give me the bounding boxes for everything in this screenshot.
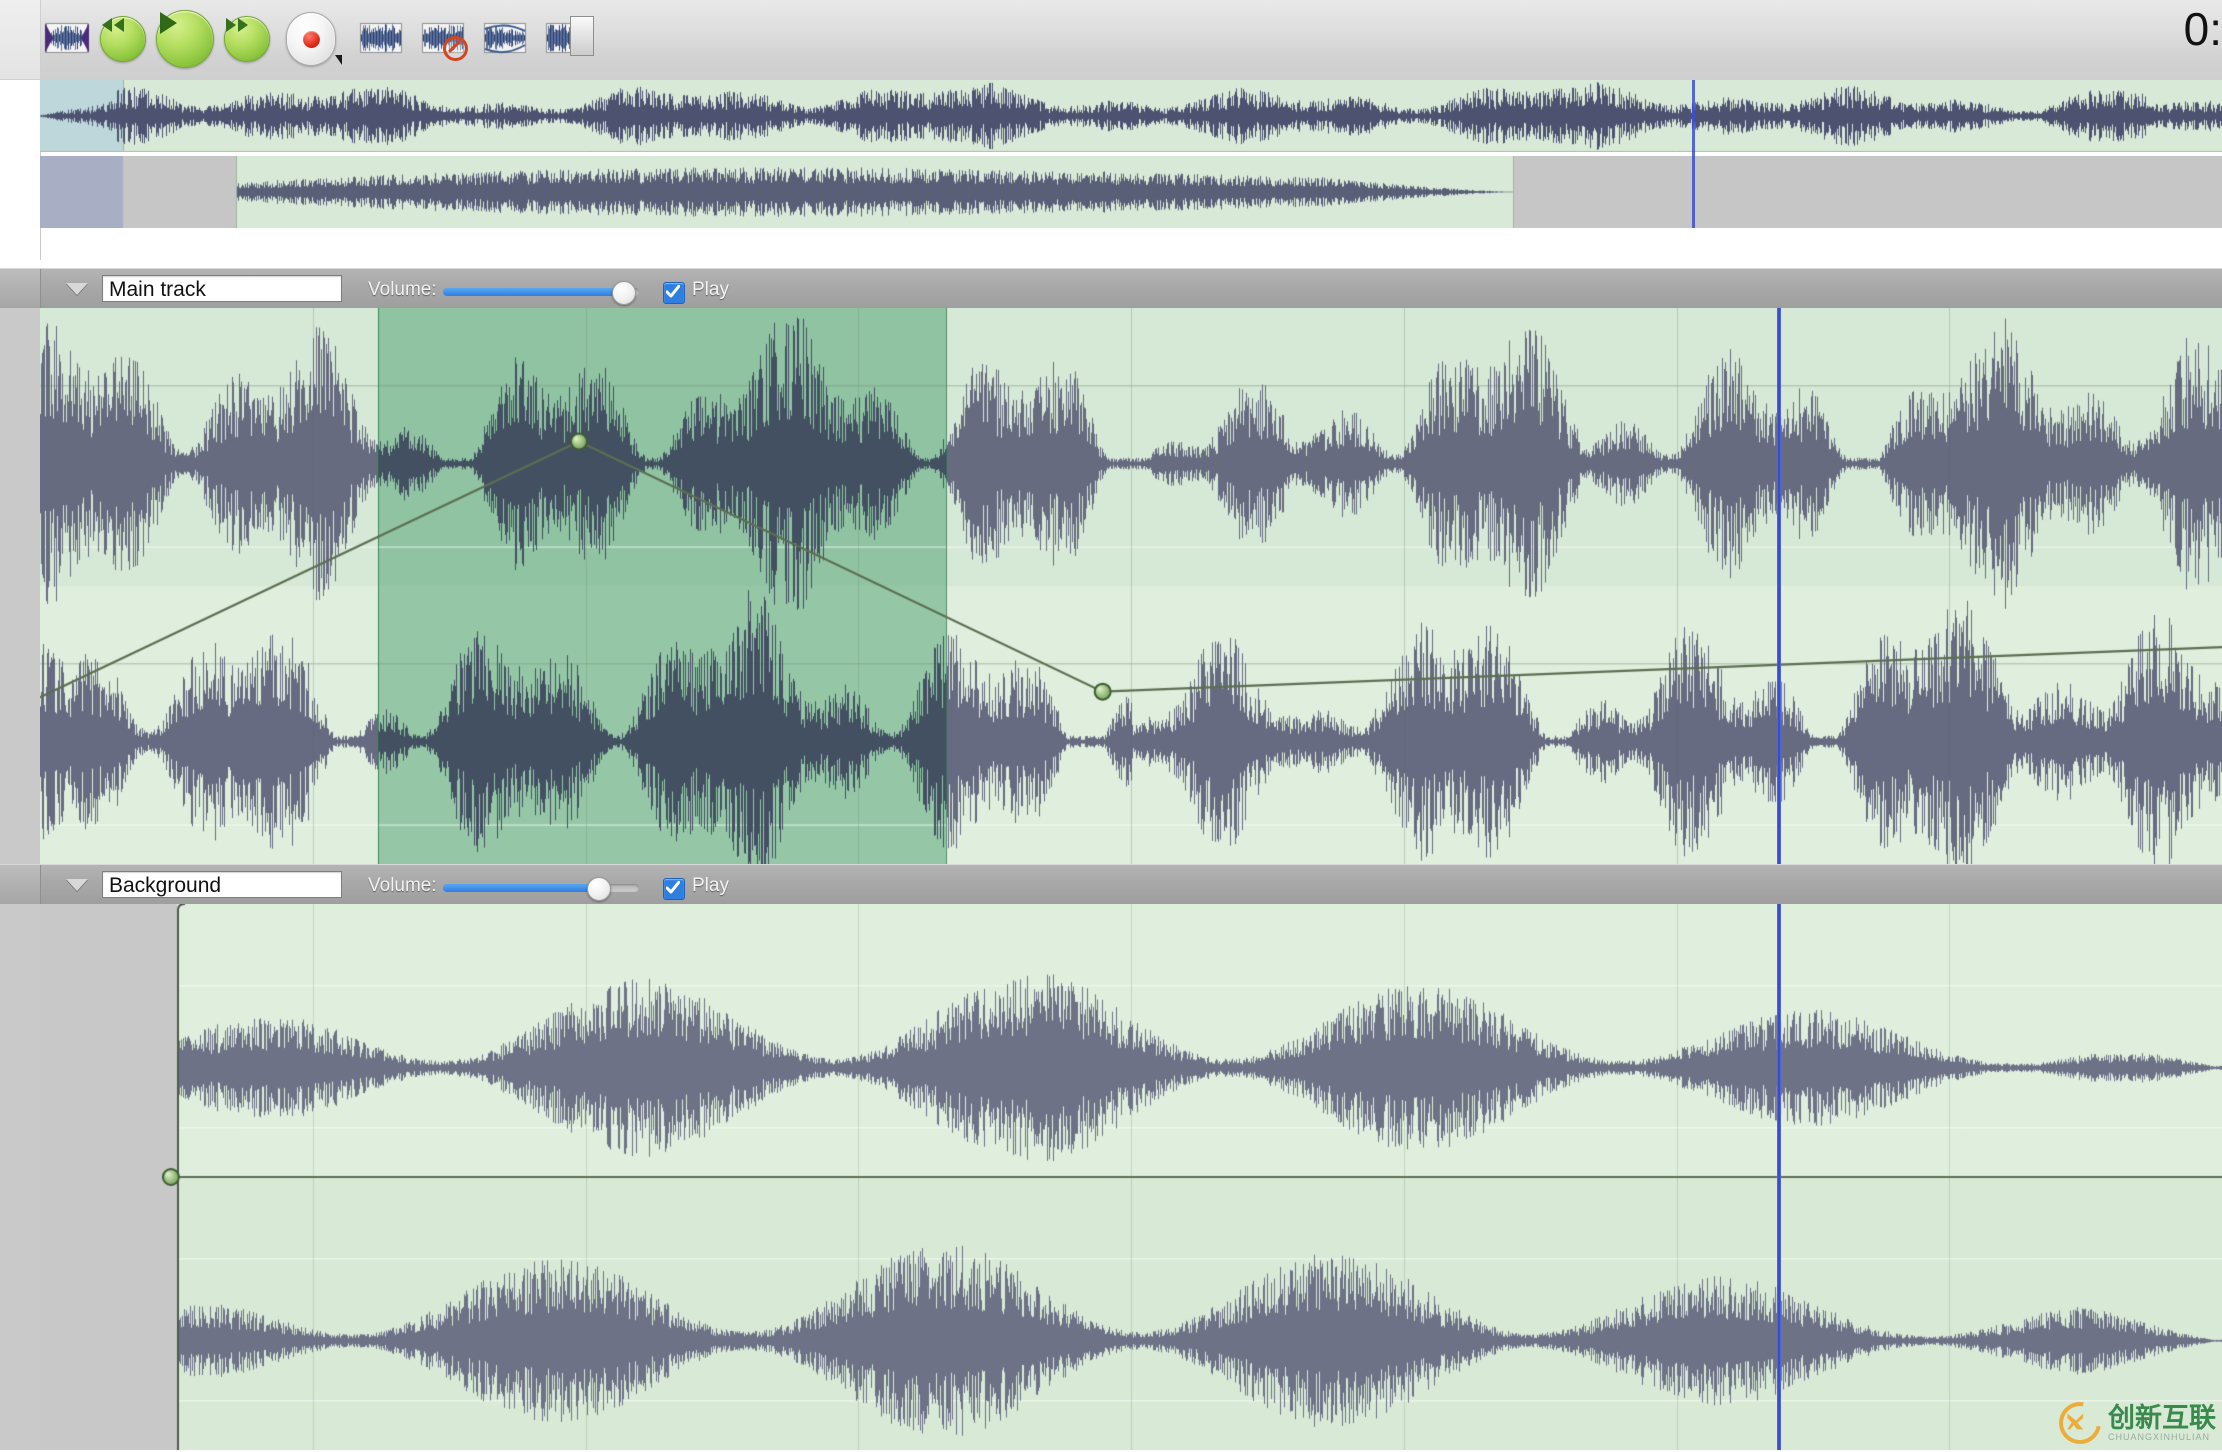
volume-label-main: Volume: bbox=[368, 279, 437, 301]
fast-forward-icon bbox=[224, 16, 270, 62]
overview-main-track[interactable] bbox=[40, 80, 2222, 152]
toolbar-button-group bbox=[44, 4, 590, 74]
record-dot-icon bbox=[303, 31, 320, 48]
waveform-fade-icon bbox=[482, 19, 528, 59]
document-icon bbox=[570, 16, 594, 56]
time-display: 0: bbox=[2184, 2, 2222, 56]
volume-slider-fill bbox=[443, 884, 598, 892]
toolbar: 0: bbox=[0, 0, 2222, 81]
watermark: 创新互联 CHUANGXINHULIAN bbox=[2059, 1402, 2216, 1444]
track-header-background: Background Volume: Play bbox=[0, 864, 2222, 906]
track-collapse-toggle-background[interactable] bbox=[66, 879, 88, 891]
record-dropdown-caret-icon[interactable] bbox=[335, 55, 342, 65]
volume-slider-background[interactable] bbox=[443, 884, 639, 892]
play-icon bbox=[156, 10, 214, 68]
playhead-main[interactable] bbox=[1777, 308, 1781, 864]
play-label-main: Play bbox=[692, 279, 729, 301]
track-name-input-main[interactable]: Main track bbox=[102, 275, 342, 302]
waveform-gutter-background bbox=[0, 904, 41, 1450]
play-label-background: Play bbox=[692, 875, 729, 897]
record-button[interactable] bbox=[286, 12, 336, 66]
playhead-background[interactable] bbox=[1777, 904, 1781, 1450]
check-icon bbox=[666, 285, 680, 299]
track-name-input-background[interactable]: Background bbox=[102, 871, 342, 898]
volume-slider-knob[interactable] bbox=[587, 877, 611, 901]
play-checkbox-background[interactable] bbox=[663, 878, 685, 900]
split-button[interactable] bbox=[544, 19, 590, 59]
waveform-mute-icon bbox=[420, 19, 466, 59]
volume-slider-knob[interactable] bbox=[612, 281, 636, 305]
waveform-gutter-main bbox=[0, 308, 41, 864]
forward-button[interactable] bbox=[224, 16, 270, 62]
silence-button[interactable] bbox=[420, 19, 466, 59]
track-header-gutter bbox=[0, 269, 41, 309]
track-collapse-toggle-main[interactable] bbox=[66, 283, 88, 295]
watermark-text: 创新互联 bbox=[2108, 1405, 2216, 1432]
overview-background-track[interactable] bbox=[40, 156, 2222, 228]
waveform-pane-main[interactable] bbox=[0, 308, 2222, 864]
overview-gutter bbox=[0, 80, 41, 260]
waveform-pane-background[interactable] bbox=[0, 904, 2222, 1450]
waveform-body-background[interactable] bbox=[40, 904, 2222, 1450]
brand-logo-icon bbox=[2051, 1394, 2109, 1452]
waveform-split-icon bbox=[544, 19, 590, 59]
waveform-select-icon bbox=[44, 19, 90, 59]
watermark-subtext: CHUANGXINHULIAN bbox=[2108, 1432, 2216, 1442]
waveform-icon bbox=[358, 19, 404, 59]
record-icon bbox=[286, 12, 336, 66]
volume-slider-fill bbox=[443, 288, 623, 296]
play-checkbox-main[interactable] bbox=[663, 282, 685, 304]
play-button[interactable] bbox=[156, 10, 214, 68]
rewind-button[interactable] bbox=[100, 16, 146, 62]
overview-playhead[interactable] bbox=[1692, 80, 1695, 228]
rewind-icon bbox=[100, 16, 146, 62]
selection-tool-button[interactable] bbox=[44, 19, 90, 59]
waveform-body-main[interactable] bbox=[40, 308, 2222, 864]
fade-button[interactable] bbox=[482, 19, 528, 59]
check-icon bbox=[666, 881, 680, 895]
toolbar-left-gutter bbox=[0, 0, 41, 79]
overview-strip[interactable] bbox=[0, 80, 2222, 260]
volume-slider-main[interactable] bbox=[443, 288, 639, 296]
volume-label-background: Volume: bbox=[368, 875, 437, 897]
prohibited-icon bbox=[443, 36, 468, 61]
track-header-main: Main track Volume: Play bbox=[0, 268, 2222, 310]
track-header-gutter bbox=[0, 865, 41, 905]
normalize-button[interactable] bbox=[358, 19, 404, 59]
